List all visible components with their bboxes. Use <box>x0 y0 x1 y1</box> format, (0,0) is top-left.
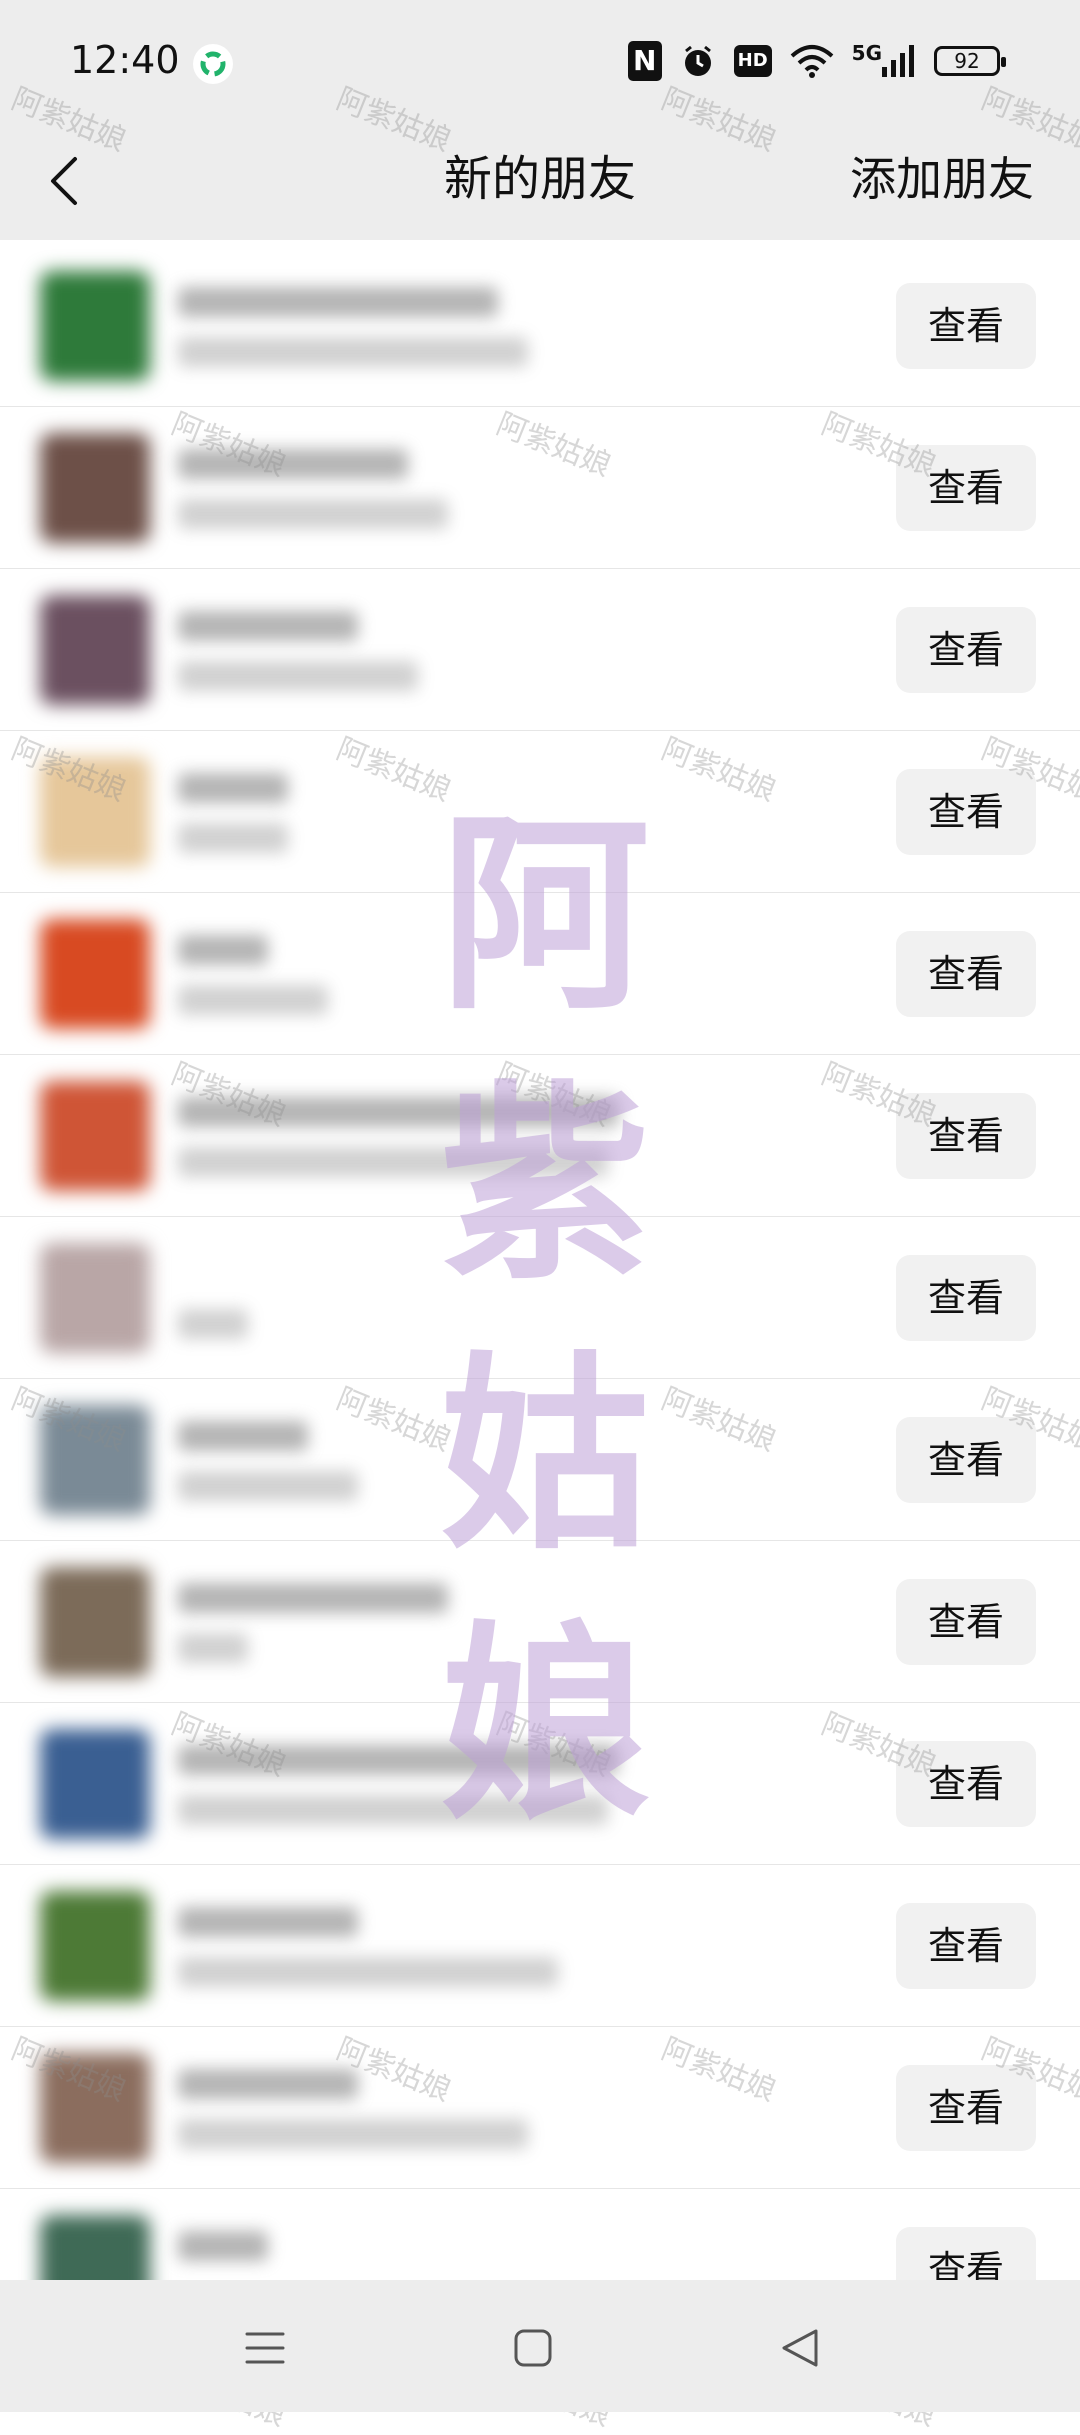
avatar <box>40 271 150 381</box>
list-item[interactable]: 查看 <box>0 1379 1080 1541</box>
friend-request-list: 查看 查看 查看 查看 查看 查看 查看 查看 查看 查看 查看 查看 查看 <box>0 245 1080 2351</box>
wifi-icon <box>790 44 834 78</box>
back-nav-button[interactable] <box>770 2320 830 2376</box>
view-button[interactable]: 查看 <box>896 445 1036 531</box>
view-button[interactable]: 查看 <box>896 2065 1036 2151</box>
list-item[interactable]: 查看 <box>0 1865 1080 2027</box>
blurred-name <box>178 1745 618 1775</box>
alarm-icon <box>680 43 716 79</box>
blurred-name <box>178 1097 618 1127</box>
network-type: 5G <box>851 41 882 65</box>
blurred-message <box>178 985 328 1015</box>
cellular-signal-icon: 5G <box>851 41 916 77</box>
back-triangle-icon <box>782 2329 818 2367</box>
blurred-message <box>178 1471 358 1501</box>
list-item[interactable]: 查看 <box>0 1055 1080 1217</box>
status-bar: 12:40 N HD 5G 92 <box>0 0 1080 122</box>
home-button[interactable] <box>503 2320 563 2376</box>
view-button[interactable]: 查看 <box>896 769 1036 855</box>
blurred-name <box>178 773 288 803</box>
blurred-name <box>178 449 408 479</box>
list-item[interactable]: 查看 <box>0 731 1080 893</box>
view-button[interactable]: 查看 <box>896 1417 1036 1503</box>
blurred-message <box>178 661 418 691</box>
blurred-message <box>178 1957 558 1987</box>
status-time: 12:40 <box>70 38 180 82</box>
blurred-message <box>178 2119 528 2149</box>
blurred-name <box>178 611 358 641</box>
list-item[interactable]: 查看 <box>0 2027 1080 2189</box>
blurred-message <box>178 337 528 367</box>
menu-icon <box>245 2332 285 2364</box>
avatar <box>40 1243 150 1353</box>
view-button[interactable]: 查看 <box>896 931 1036 1017</box>
blurred-name <box>178 2231 268 2261</box>
avatar <box>40 1405 150 1515</box>
blurred-message <box>178 499 448 529</box>
list-item[interactable]: 查看 <box>0 407 1080 569</box>
blurred-name <box>178 1583 448 1613</box>
blurred-message <box>178 1795 608 1825</box>
back-button[interactable] <box>34 148 94 214</box>
app-notification-icon <box>193 44 233 84</box>
view-button[interactable]: 查看 <box>896 1093 1036 1179</box>
list-item[interactable]: 查看 <box>0 893 1080 1055</box>
blurred-message <box>178 1147 608 1177</box>
nav-header: 新的朋友 添加朋友 <box>0 122 1080 240</box>
list-item[interactable]: 查看 <box>0 569 1080 731</box>
avatar <box>40 2053 150 2163</box>
avatar <box>40 757 150 867</box>
home-icon <box>514 2329 552 2367</box>
menu-button[interactable] <box>235 2320 295 2376</box>
list-item[interactable]: 查看 <box>0 1703 1080 1865</box>
view-button[interactable]: 查看 <box>896 1903 1036 1989</box>
hd-icon: HD <box>733 45 772 77</box>
chevron-left-icon <box>51 157 77 205</box>
status-icons: N HD 5G 92 <box>627 36 1006 86</box>
avatar <box>40 919 150 1029</box>
list-item[interactable]: 查看 <box>0 245 1080 407</box>
blurred-message <box>178 823 288 853</box>
view-button[interactable]: 查看 <box>896 283 1036 369</box>
view-button[interactable]: 查看 <box>896 1741 1036 1827</box>
avatar <box>40 595 150 705</box>
view-button[interactable]: 查看 <box>896 607 1036 693</box>
blurred-message <box>178 1633 248 1663</box>
list-item[interactable]: 查看 <box>0 1217 1080 1379</box>
blurred-name <box>178 935 268 965</box>
avatar <box>40 1567 150 1677</box>
system-nav-bar <box>0 2280 1080 2412</box>
battery-level: 92 <box>954 49 980 73</box>
avatar <box>40 433 150 543</box>
blurred-name <box>178 1421 308 1451</box>
avatar <box>40 1891 150 2001</box>
blurred-name <box>178 287 498 317</box>
list-item[interactable]: 查看 <box>0 1541 1080 1703</box>
view-button[interactable]: 查看 <box>896 1579 1036 1665</box>
view-button[interactable]: 查看 <box>896 1255 1036 1341</box>
blurred-name <box>178 1907 358 1937</box>
battery-icon: 92 <box>934 46 1006 76</box>
blurred-name <box>178 2069 358 2099</box>
avatar <box>40 1081 150 1191</box>
nfc-icon: N <box>627 41 662 81</box>
blurred-message <box>178 1309 248 1339</box>
avatar <box>40 1729 150 1839</box>
add-friend-button[interactable]: 添加朋友 <box>850 146 1034 212</box>
